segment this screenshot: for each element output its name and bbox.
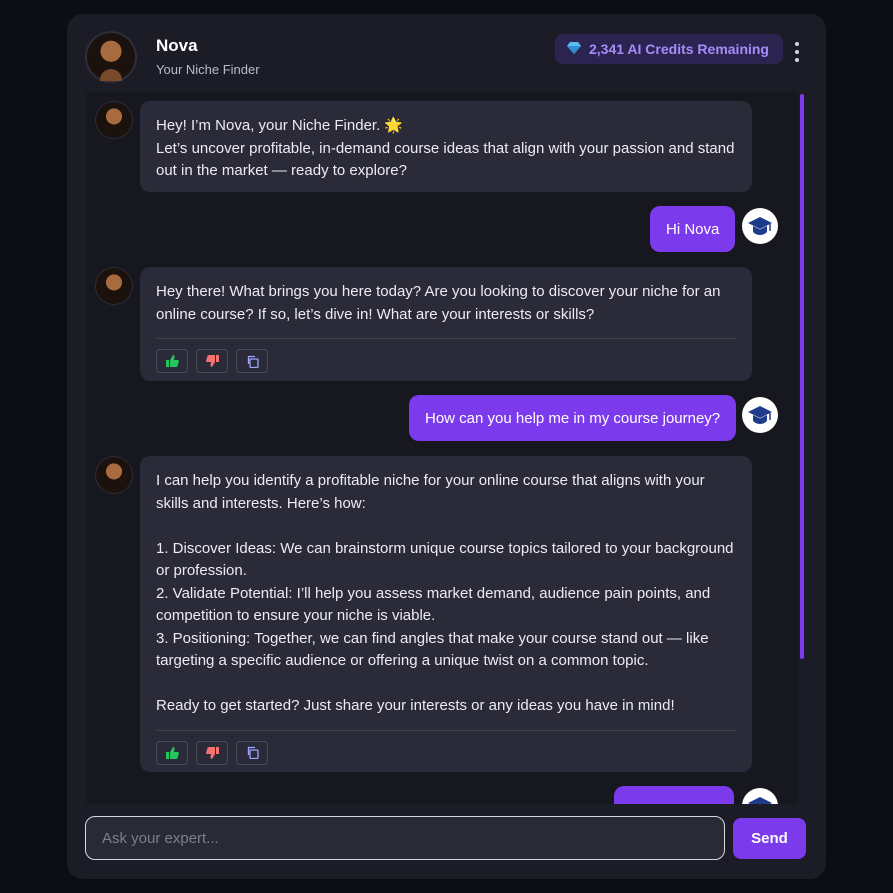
message-text: I can help you identify a profitable nic…: [156, 472, 734, 714]
send-button[interactable]: Send: [733, 818, 806, 859]
thumbs-down-icon: [205, 355, 219, 367]
gem-icon: [567, 41, 581, 57]
credits-label: 2,341 AI Credits Remaining: [589, 41, 769, 57]
copy-button[interactable]: [236, 349, 268, 373]
message-list[interactable]: Hey! I’m Nova, your Niche Finder. 🌟 Let’…: [86, 92, 798, 804]
graduation-cap-icon: [748, 797, 772, 804]
assistant-avatar: [87, 33, 135, 81]
assistant-message: Hey there! What brings you here today? A…: [140, 267, 752, 381]
assistant-message: I can help you identify a profitable nic…: [140, 456, 752, 772]
message-text: How can you help me in my course journey…: [425, 409, 721, 427]
assistant-message-avatar: [96, 268, 132, 304]
user-avatar: [742, 788, 778, 804]
assistant-message: Hey! I’m Nova, your Niche Finder. 🌟 Let’…: [140, 101, 752, 192]
thumbs-down-icon: [205, 746, 219, 759]
assistant-message-avatar: [96, 102, 132, 138]
message-input[interactable]: [85, 816, 725, 860]
thumbs-up-icon: [165, 355, 179, 367]
assistant-message-avatar: [96, 457, 132, 493]
copy-button[interactable]: [236, 740, 268, 765]
copy-icon: [247, 746, 259, 759]
like-button[interactable]: [156, 740, 188, 765]
graduation-cap-icon: [748, 406, 772, 424]
message-text: Hey! I’m Nova, your Niche Finder. 🌟 Let’…: [156, 117, 735, 179]
assistant-name: Nova: [156, 36, 198, 55]
message-divider: [156, 338, 736, 339]
message-divider: [156, 729, 736, 731]
user-avatar: [742, 397, 778, 433]
like-button[interactable]: [156, 349, 188, 373]
chat-header: Nova Your Niche Finder 2,341 AI Credits …: [67, 14, 826, 94]
graduation-cap-icon: [748, 217, 772, 235]
user-message: How can you help me in my course journey…: [409, 395, 737, 441]
message-text: Hey there! What brings you here today? A…: [156, 283, 721, 323]
message-actions: [156, 349, 736, 373]
thumbs-up-icon: [165, 746, 179, 759]
user-avatar: [742, 208, 778, 244]
assistant-subtitle: Your Niche Finder: [156, 62, 260, 77]
message-text: Hi Nova: [666, 220, 720, 238]
dislike-button[interactable]: [196, 349, 228, 373]
more-options-icon[interactable]: [789, 42, 805, 62]
chat-panel: Nova Your Niche Finder 2,341 AI Credits …: [67, 14, 826, 879]
credits-badge: 2,341 AI Credits Remaining: [555, 34, 783, 64]
copy-icon: [247, 355, 259, 368]
dislike-button[interactable]: [196, 740, 228, 765]
user-message-partial: [614, 786, 734, 804]
message-actions: [156, 740, 736, 765]
user-message: Hi Nova: [650, 206, 736, 252]
chat-scrollbar[interactable]: [800, 94, 804, 659]
